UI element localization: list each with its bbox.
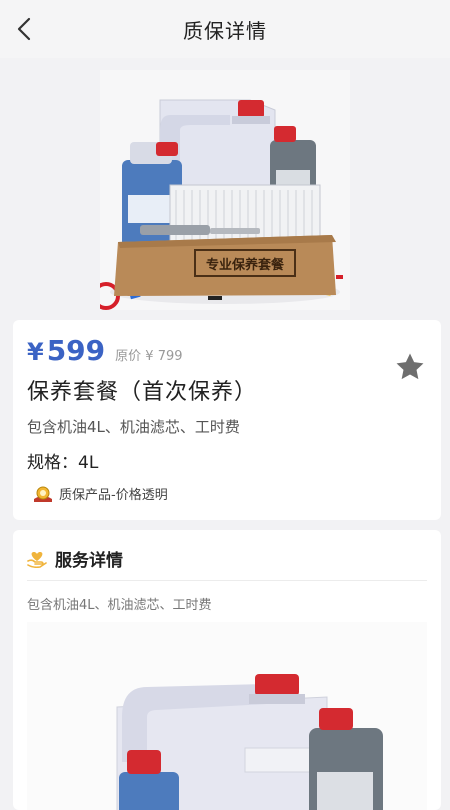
star-icon (396, 353, 424, 380)
price-row: ¥ 599 原价 ¥ 799 (27, 334, 183, 367)
back-button[interactable] (10, 14, 40, 44)
service-icon (27, 551, 47, 568)
product-description: 包含机油4L、机油滤芯、工时费 (27, 418, 240, 436)
medal-icon (34, 486, 52, 502)
price-value: 599 (46, 334, 106, 367)
spec-label: 规格 (27, 453, 61, 473)
product-title: 保养套餐（首次保养） (27, 380, 258, 405)
chevron-left-icon (17, 17, 31, 41)
product-image: 专业保养套餐 (92, 70, 350, 310)
spec-separator: ： (61, 453, 78, 473)
service-title: 服务详情 (55, 551, 123, 571)
spec-row: 规格：4L (27, 448, 98, 473)
price-card: ¥ 599 原价 ¥ 799 保养套餐（首次保养） 包含机油4L、机油滤芯、工时… (13, 320, 441, 520)
original-price: 原价 ¥ 799 (115, 349, 183, 364)
spec-value: 4L (78, 453, 99, 473)
favorite-button[interactable] (393, 350, 427, 384)
price-symbol: ¥ (27, 338, 44, 366)
box-label: 专业保养套餐 (206, 257, 285, 273)
service-card: 服务详情 包含机油4L、机油滤芯、工时费 (13, 530, 441, 810)
nav-bar: 质保详情 (0, 0, 450, 58)
service-header: 服务详情 (27, 546, 123, 571)
page-title: 质保详情 (183, 18, 267, 43)
badge-text: 质保产品-价格透明 (59, 488, 168, 503)
service-description: 包含机油4L、机油滤芯、工时费 (27, 598, 212, 613)
service-image (27, 622, 427, 810)
quality-badge: 质保产品-价格透明 (33, 484, 168, 503)
divider (27, 580, 427, 581)
